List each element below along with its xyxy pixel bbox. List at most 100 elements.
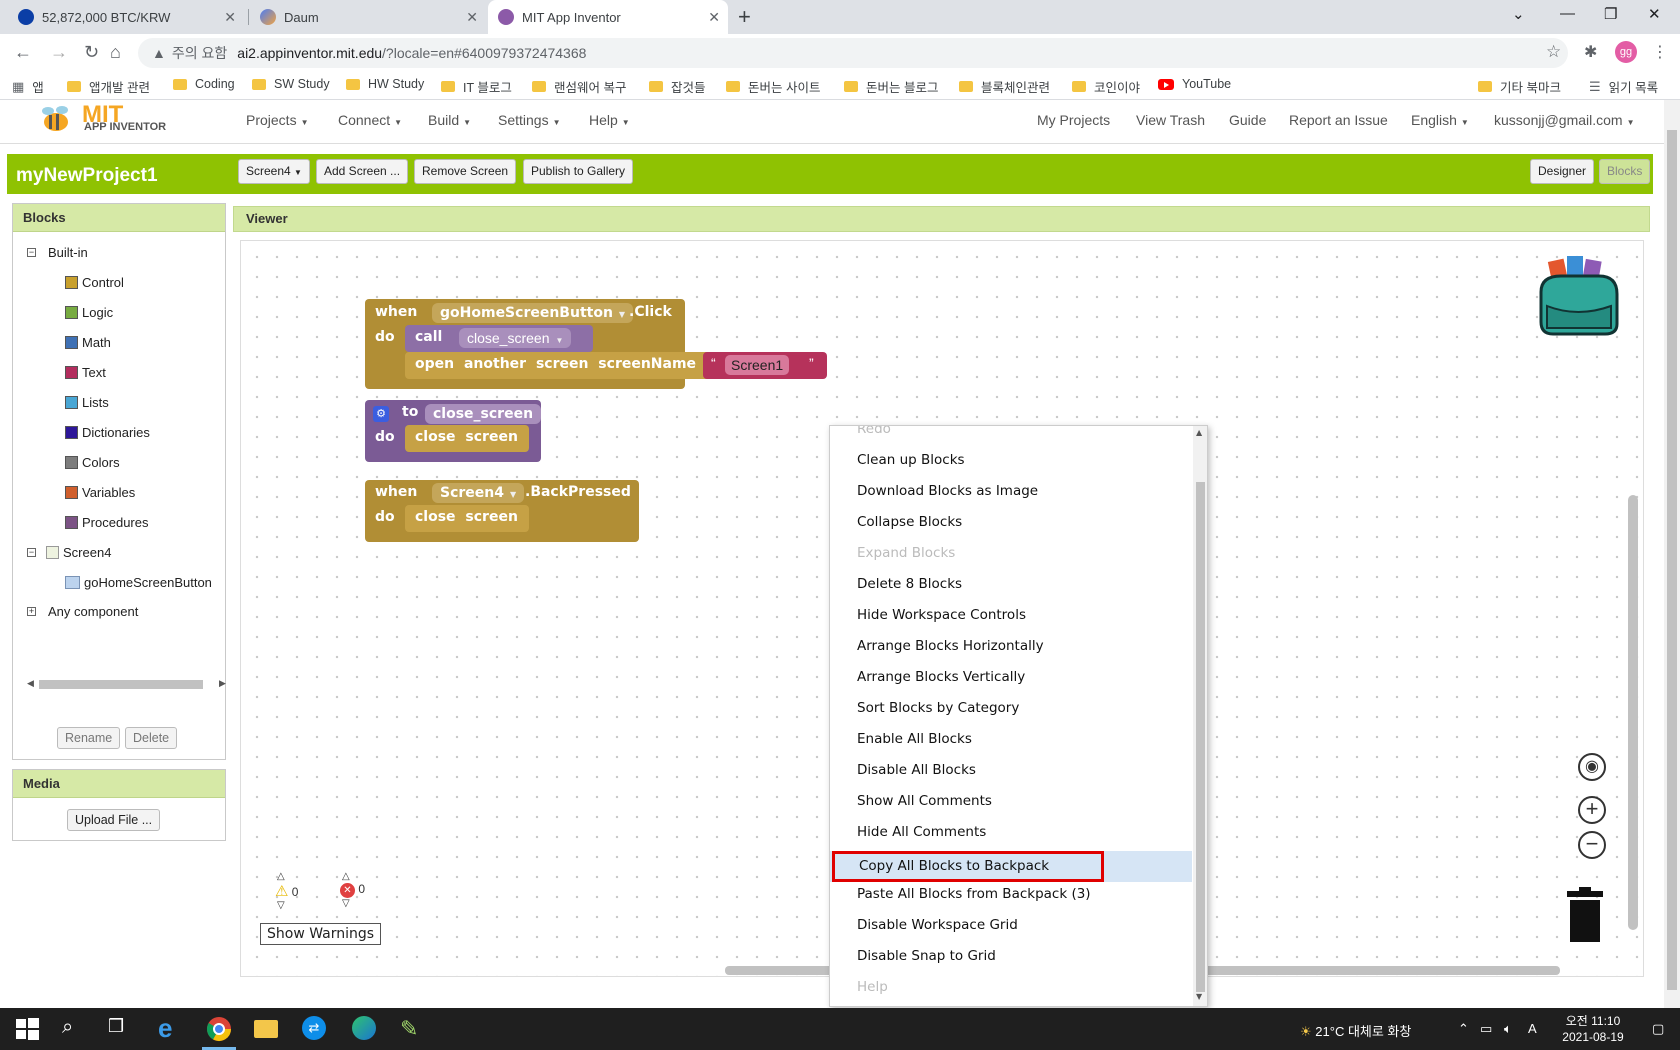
minimize-icon[interactable]: —: [1560, 5, 1575, 22]
scrollbar-thumb[interactable]: [1667, 130, 1677, 990]
menu-connect[interactable]: Connect ▼: [338, 112, 402, 128]
designer-button[interactable]: Designer: [1530, 159, 1595, 184]
warning-indicator[interactable]: △ ⚠ 0 ▽: [275, 871, 298, 911]
open-another-screen-block[interactable]: open another screen screenName: [405, 352, 711, 379]
home-icon[interactable]: ⌂: [110, 42, 121, 63]
procedure-dropdown[interactable]: close_screen ▼: [459, 328, 572, 348]
menu-item-delete-blocks[interactable]: Delete 8 Blocks: [830, 569, 1192, 600]
component-dropdown[interactable]: goHomeScreenButton ▼: [432, 303, 634, 323]
scroll-down-icon[interactable]: ▼: [1196, 992, 1202, 1001]
delete-button[interactable]: Delete: [125, 727, 178, 749]
restore-icon[interactable]: ❐: [1604, 5, 1617, 23]
recenter-icon[interactable]: ◉: [1578, 753, 1606, 781]
app-inventor-logo[interactable]: MIT APP INVENTOR: [36, 101, 176, 139]
drawer-colors[interactable]: Colors: [65, 455, 120, 470]
extensions-icon[interactable]: ✱: [1584, 42, 1597, 62]
text-string-block[interactable]: “ Screen1 ”: [703, 352, 827, 379]
drawer-lists[interactable]: Lists: [65, 395, 109, 410]
bookmark-folder[interactable]: 돈버는 사이트: [726, 77, 820, 96]
file-explorer-icon[interactable]: [254, 1016, 280, 1042]
menu-build[interactable]: Build ▼: [428, 112, 471, 128]
menu-item-arrange-horizontal[interactable]: Arrange Blocks Horizontally: [830, 631, 1192, 662]
browser-tab-upbit[interactable]: 52,872,000 BTC/KRW ✕: [8, 0, 244, 34]
trash-icon[interactable]: [1567, 887, 1603, 943]
menu-settings[interactable]: Settings ▼: [498, 112, 561, 128]
error-down-arrow-icon[interactable]: ▽: [342, 898, 365, 909]
add-screen-button[interactable]: Add Screen ...: [316, 159, 409, 184]
procedure-name-field[interactable]: close_screen: [425, 404, 542, 424]
bookmark-youtube[interactable]: YouTube: [1158, 77, 1231, 91]
bookmark-folder[interactable]: 잡것들: [649, 77, 706, 96]
menu-help[interactable]: Help ▼: [589, 112, 630, 128]
close-icon[interactable]: ✕: [224, 9, 236, 26]
menu-item-collapse[interactable]: Collapse Blocks: [830, 507, 1192, 538]
screen-select[interactable]: Screen4 ▼: [238, 159, 310, 184]
scroll-up-icon[interactable]: ▲: [1196, 428, 1202, 437]
drawer-control[interactable]: Control: [65, 275, 124, 290]
menu-projects[interactable]: Projects ▼: [246, 112, 309, 128]
task-view-icon[interactable]: ❒: [108, 1016, 134, 1042]
drawer-variables[interactable]: Variables: [65, 485, 135, 500]
workspace-vertical-scrollbar[interactable]: [1628, 495, 1638, 930]
drawer-math[interactable]: Math: [65, 335, 111, 350]
search-icon[interactable]: ⌕: [62, 1016, 88, 1042]
tree-component-button[interactable]: goHomeScreenButton: [65, 575, 212, 590]
warning-up-arrow-icon[interactable]: △: [277, 871, 298, 882]
tree-any-component[interactable]: + Any component: [27, 604, 138, 619]
menu-item-disable-all[interactable]: Disable All Blocks: [830, 755, 1192, 786]
remove-screen-button[interactable]: Remove Screen: [414, 159, 517, 184]
error-up-arrow-icon[interactable]: △: [342, 871, 365, 882]
gear-icon[interactable]: ⚙: [373, 406, 389, 422]
menu-item-hide-comments[interactable]: Hide All Comments: [830, 817, 1192, 848]
tab-search-icon[interactable]: ⌄: [1512, 5, 1525, 23]
browser-menu-icon[interactable]: ⋮: [1652, 42, 1668, 62]
menu-item-copy-to-backpack[interactable]: Copy All Blocks to Backpack: [832, 851, 1104, 882]
publish-gallery-button[interactable]: Publish to Gallery: [523, 159, 634, 184]
teamviewer-icon[interactable]: ⇄: [302, 1016, 328, 1042]
link-guide[interactable]: Guide: [1229, 112, 1266, 128]
menu-item-disable-grid[interactable]: Disable Workspace Grid: [830, 910, 1192, 941]
tree-builtin[interactable]: − Built-in: [27, 245, 88, 260]
menu-item-clean-up[interactable]: Clean up Blocks: [830, 445, 1192, 476]
call-procedure-block[interactable]: call close_screen ▼: [405, 325, 593, 352]
menu-item-sort-category[interactable]: Sort Blocks by Category: [830, 693, 1192, 724]
reload-icon[interactable]: ↻: [84, 42, 99, 63]
drawer-logic[interactable]: Logic: [65, 305, 113, 320]
tree-horizontal-scrollbar[interactable]: ◀ ▶: [27, 678, 226, 690]
drawer-text[interactable]: Text: [65, 365, 106, 380]
scroll-left-icon[interactable]: ◀: [27, 678, 34, 689]
notification-icon[interactable]: ▢: [1652, 1021, 1664, 1037]
close-icon[interactable]: ✕: [708, 9, 720, 26]
tree-screen4[interactable]: − Screen4: [27, 545, 111, 560]
blocks-button[interactable]: Blocks: [1599, 159, 1651, 184]
menu-item-disable-snap[interactable]: Disable Snap to Grid: [830, 941, 1192, 972]
upload-file-button[interactable]: Upload File ...: [67, 809, 161, 831]
bookmark-other-folder[interactable]: 기타 북마크: [1478, 77, 1561, 96]
scrollbar-thumb[interactable]: [1196, 482, 1205, 992]
window-close-icon[interactable]: ✕: [1648, 5, 1661, 23]
volume-icon[interactable]: 🔈︎: [1504, 1021, 1512, 1037]
network-icon[interactable]: ▭: [1480, 1021, 1492, 1037]
error-indicator[interactable]: △ ✕ 0 ▽: [340, 871, 365, 909]
link-view-trash[interactable]: View Trash: [1136, 112, 1205, 128]
profile-avatar[interactable]: gg: [1615, 41, 1637, 63]
windows-start-icon[interactable]: [14, 1016, 40, 1042]
warning-down-arrow-icon[interactable]: ▽: [277, 900, 298, 911]
bookmark-folder[interactable]: HW Study: [346, 77, 424, 91]
scroll-right-icon[interactable]: ▶: [219, 678, 226, 689]
reading-list[interactable]: ☰ 읽기 목록: [1589, 77, 1658, 96]
bookmark-folder[interactable]: SW Study: [252, 77, 330, 91]
bookmark-star-icon[interactable]: ☆: [1546, 42, 1561, 62]
url-field[interactable]: ▲ 주의 요함 ai2.appinventor.mit.edu /?locale…: [138, 38, 1568, 68]
menu-item-show-comments[interactable]: Show All Comments: [830, 786, 1192, 817]
bookmark-folder[interactable]: 돈버는 블로그: [844, 77, 938, 96]
bookmark-folder[interactable]: IT 블로그: [441, 77, 512, 96]
menu-language[interactable]: English ▼: [1411, 112, 1469, 128]
back-icon[interactable]: ←: [14, 42, 32, 63]
menu-item-hide-controls[interactable]: Hide Workspace Controls: [830, 600, 1192, 631]
internet-explorer-icon[interactable]: e: [158, 1015, 184, 1042]
link-report-issue[interactable]: Report an Issue: [1289, 112, 1388, 128]
context-menu-scrollbar[interactable]: ▲ ▼: [1193, 426, 1207, 1006]
zoom-out-icon[interactable]: −: [1578, 831, 1606, 859]
menu-item-enable-all[interactable]: Enable All Blocks: [830, 724, 1192, 755]
